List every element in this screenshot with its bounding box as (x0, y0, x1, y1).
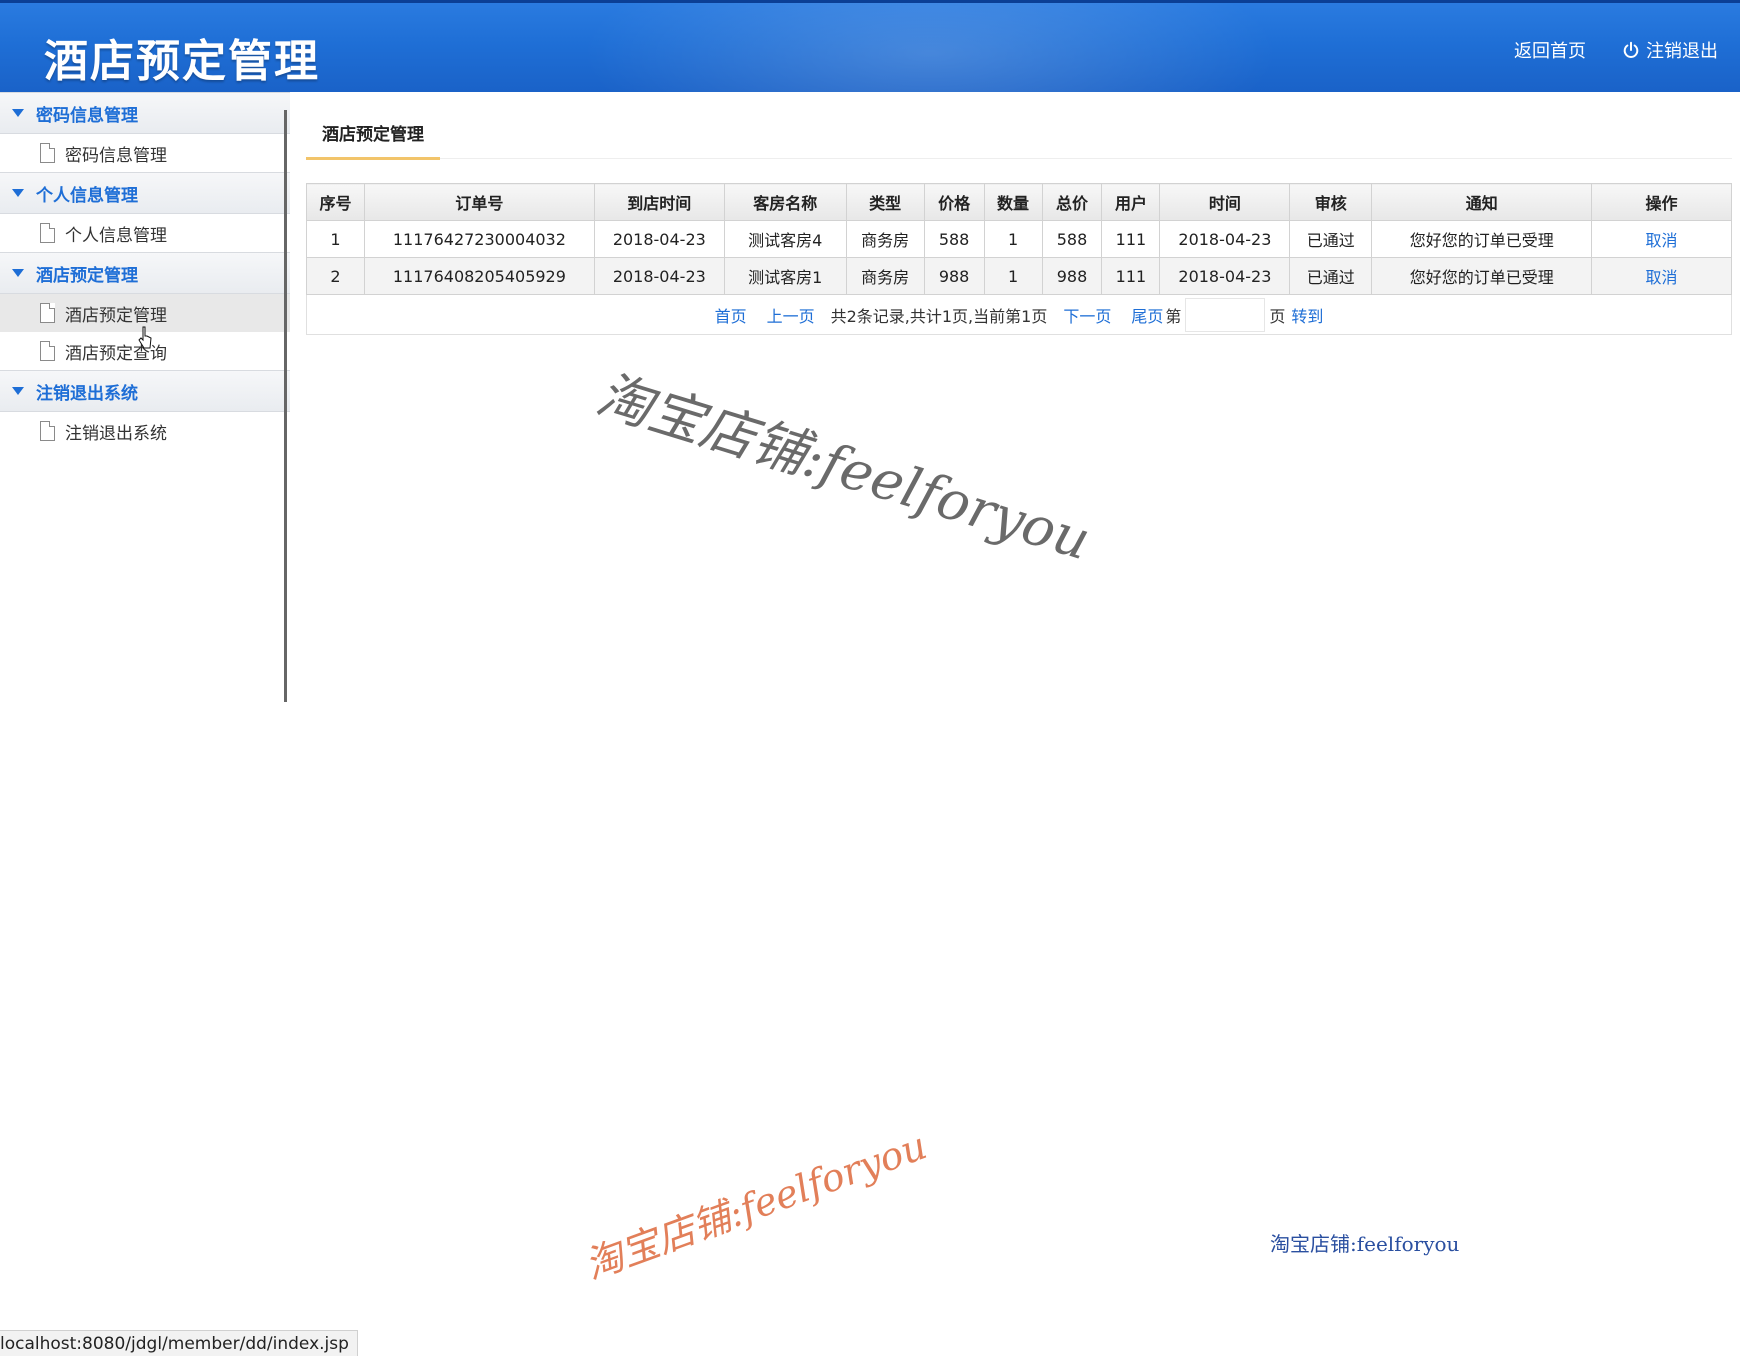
cell-type: 商务房 (845, 257, 925, 295)
cell-no: 2 (306, 257, 365, 295)
pager-first-link[interactable]: 首页 (715, 303, 747, 327)
cell-no: 1 (306, 220, 365, 258)
triangle-down-icon (12, 269, 24, 277)
cell-notice: 您好您的订单已受理 (1371, 220, 1593, 258)
sidebar-item-label: 个人信息管理 (65, 225, 167, 246)
watermark-text: 淘宝店铺:feelforyou (579, 1123, 933, 1288)
panel-title: 酒店预定管理 (306, 110, 440, 160)
column-header: 审核 (1289, 183, 1373, 221)
sidebar-item-label: 酒店预定管理 (65, 305, 167, 326)
cell-price: 588 (923, 220, 985, 258)
sidebar-group-label: 密码信息管理 (36, 105, 138, 126)
sidebar-group-booking[interactable]: 酒店预定管理 (0, 252, 290, 294)
sidebar: 密码信息管理 密码信息管理 个人信息管理 个人信息管理 酒店预定管理 酒店预定管… (0, 92, 292, 702)
pager-next-link[interactable]: 下一页 (1063, 303, 1111, 327)
cell-order-id: 11176427230004032 (363, 220, 595, 258)
sidebar-group-label: 酒店预定管理 (36, 265, 138, 286)
app-title: 酒店预定管理 (44, 36, 320, 87)
column-header: 类型 (845, 183, 925, 221)
column-header: 价格 (923, 183, 985, 221)
sidebar-item-label: 密码信息管理 (65, 145, 167, 166)
cell-audit: 已通过 (1289, 220, 1373, 258)
power-icon (1623, 41, 1639, 58)
column-header: 总价 (1041, 183, 1103, 221)
column-header: 用户 (1101, 183, 1161, 221)
sidebar-group-logout[interactable]: 注销退出系统 (0, 370, 290, 412)
pager-last-link[interactable]: 尾页 (1131, 303, 1163, 327)
watermark-text: 淘宝店铺:feelforyou (1270, 1232, 1460, 1256)
pager-prev-link[interactable]: 上一页 (767, 303, 815, 327)
cell-user: 111 (1101, 220, 1161, 258)
main-content: 酒店预定管理 (306, 110, 1732, 160)
cell-room-name: 测试客房1 (723, 257, 847, 295)
sidebar-group-profile[interactable]: 个人信息管理 (0, 172, 290, 214)
document-icon (40, 341, 55, 361)
orders-table: 序号 订单号 到店时间 客房名称 类型 价格 数量 总价 用户 时间 审核 通知… (306, 183, 1732, 295)
sidebar-group-label: 注销退出系统 (36, 383, 138, 404)
cancel-link[interactable]: 取消 (1646, 231, 1678, 250)
status-bar-url: localhost:8080/jdgl/member/dd/index.jsp (0, 1330, 358, 1356)
cell-total: 588 (1041, 220, 1103, 258)
column-header: 操作 (1591, 183, 1732, 221)
sidebar-group-password[interactable]: 密码信息管理 (0, 92, 290, 134)
sidebar-item-logout[interactable]: 注销退出系统 (0, 412, 290, 450)
sidebar-item-label: 注销退出系统 (65, 423, 167, 444)
column-header: 序号 (306, 183, 365, 221)
cell-arrival: 2018-04-23 (593, 257, 725, 295)
panel-title-divider (306, 158, 1732, 159)
cell-action: 取消 (1591, 257, 1732, 295)
document-icon (40, 421, 55, 441)
cell-time: 2018-04-23 (1159, 220, 1291, 258)
logout-label: 注销退出 (1646, 41, 1718, 62)
document-icon (40, 303, 55, 323)
triangle-down-icon (12, 189, 24, 197)
sidebar-divider[interactable] (284, 110, 287, 702)
cell-notice: 您好您的订单已受理 (1371, 257, 1593, 295)
cell-arrival: 2018-04-23 (593, 220, 725, 258)
table-header-row: 序号 订单号 到店时间 客房名称 类型 价格 数量 总价 用户 时间 审核 通知… (306, 183, 1732, 221)
cell-total: 988 (1041, 257, 1103, 295)
column-header: 数量 (983, 183, 1043, 221)
column-header: 订单号 (363, 183, 595, 221)
cell-user: 111 (1101, 257, 1161, 295)
triangle-down-icon (12, 109, 24, 117)
watermark-text: 淘宝店铺:feelforyou (589, 362, 1098, 573)
column-header: 到店时间 (593, 183, 725, 221)
column-header: 客房名称 (723, 183, 847, 221)
cell-qty: 1 (983, 257, 1043, 295)
cell-price: 988 (923, 257, 985, 295)
sidebar-group-label: 个人信息管理 (36, 185, 138, 206)
pager-go-link[interactable]: 转到 (1291, 303, 1323, 327)
pager-summary: 共2条记录,共计1页,当前第1页 (830, 306, 1048, 326)
cancel-link[interactable]: 取消 (1646, 268, 1678, 287)
table-row: 1 11176427230004032 2018-04-23 测试客房4 商务房… (306, 220, 1732, 258)
cell-qty: 1 (983, 220, 1043, 258)
triangle-down-icon (12, 387, 24, 395)
header-glow (580, 3, 1280, 92)
pager-page-suffix: 页 (1269, 306, 1286, 326)
cell-order-id: 11176408205405929 (363, 257, 595, 295)
header-nav: 返回首页 注销退出 (1514, 37, 1718, 63)
document-icon (40, 223, 55, 243)
top-header: 酒店预定管理 返回首页 注销退出 (0, 0, 1740, 92)
pager-page-prefix: 第 (1165, 306, 1182, 326)
document-icon (40, 143, 55, 163)
table-row: 2 11176408205405929 2018-04-23 测试客房1 商务房… (306, 257, 1732, 295)
column-header: 通知 (1371, 183, 1593, 221)
sidebar-item-password[interactable]: 密码信息管理 (0, 134, 290, 172)
column-header: 时间 (1159, 183, 1291, 221)
page-number-input[interactable] (1185, 297, 1266, 332)
cell-type: 商务房 (845, 220, 925, 258)
hand-cursor-icon (138, 326, 152, 349)
cell-action: 取消 (1591, 220, 1732, 258)
cell-time: 2018-04-23 (1159, 257, 1291, 295)
cell-room-name: 测试客房4 (723, 220, 847, 258)
home-link[interactable]: 返回首页 (1514, 37, 1586, 63)
pagination: 首页 上一页 共2条记录,共计1页,当前第1页 下一页 尾页 第 页 转到 (306, 295, 1732, 335)
cell-audit: 已通过 (1289, 257, 1373, 295)
sidebar-item-profile[interactable]: 个人信息管理 (0, 214, 290, 252)
logout-link[interactable]: 注销退出 (1622, 37, 1718, 63)
